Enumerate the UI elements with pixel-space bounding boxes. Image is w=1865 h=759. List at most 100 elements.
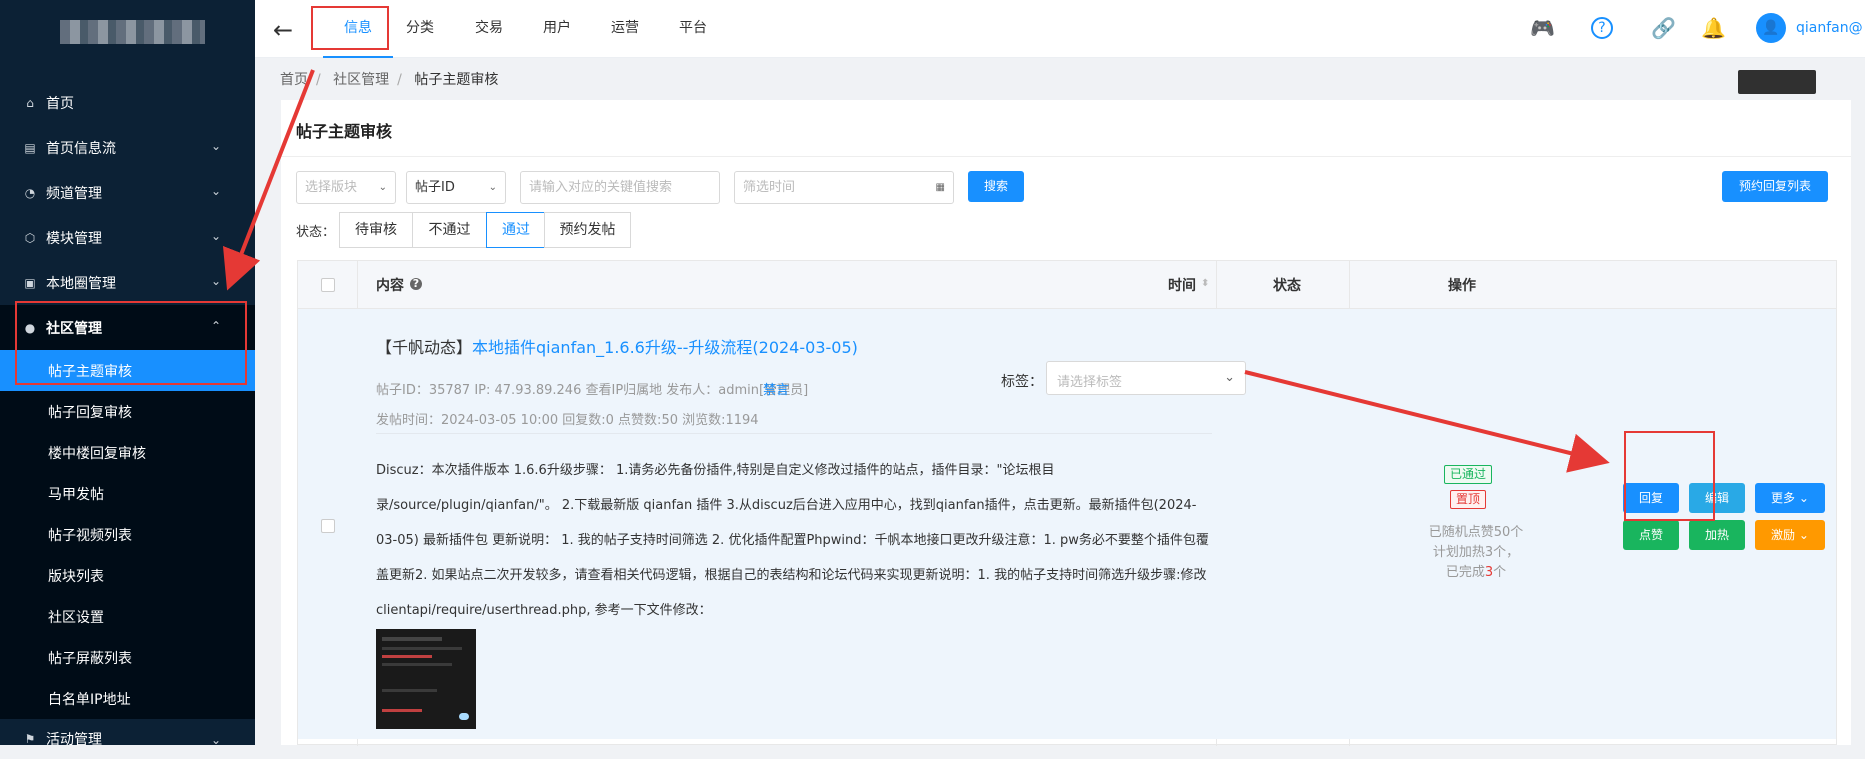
chevron-down-icon: ⌄	[210, 229, 221, 243]
sidebar-subitem-reply-review[interactable]: 帖子回复审核	[0, 391, 255, 432]
chevron-down-icon: ⌄	[1798, 491, 1809, 505]
row-checkbox[interactable]	[321, 519, 335, 533]
post-image-thumbnail[interactable]	[376, 629, 476, 729]
sidebar-item-channel[interactable]: ◔ 频道管理 ⌄	[0, 170, 255, 215]
status-tab-pending[interactable]: 待审核	[339, 212, 413, 248]
chevron-down-icon: ⌄	[210, 184, 221, 198]
more-dropdown-button[interactable]: 更多 ⌄	[1755, 483, 1825, 513]
sidebar-subitem-community-settings[interactable]: 社区设置	[0, 596, 255, 637]
link-icon[interactable]: 🔗	[1651, 16, 1676, 40]
ban-link[interactable]: 禁言	[763, 379, 789, 398]
reply-button[interactable]: 回复	[1623, 483, 1679, 513]
sidebar-item-local-circle[interactable]: ▣ 本地圈管理 ⌄	[0, 260, 255, 305]
breadcrumb-home[interactable]: 首页	[280, 72, 308, 88]
sidebar-menu: ⌂ 首页 ▤ 首页信息流 ⌄ ◔ 频道管理 ⌄ ⬡ 模块管理 ⌄ ▣ 本地圈管理 ⌄ ● 社区管理 ⌃…	[0, 80, 255, 759]
tab-user[interactable]: 用户	[527, 0, 587, 58]
status-label: 状态：	[296, 225, 336, 240]
chevron-down-icon: ⌄	[210, 139, 221, 153]
keyword-input[interactable]: 请输入对应的关键值搜索	[520, 171, 720, 204]
tab-trade[interactable]: 交易	[459, 0, 519, 58]
page-title: 帖子主题审核	[296, 122, 393, 141]
rss-icon: ◔	[24, 185, 36, 200]
stat-completed: 已完成3个	[1445, 565, 1507, 580]
tab-platform[interactable]: 平台	[663, 0, 723, 58]
logo	[60, 20, 205, 44]
status-badge-pinned: 置顶	[1450, 490, 1487, 509]
sidebar-item-community[interactable]: ● 社区管理 ⌃	[0, 305, 255, 350]
sidebar-item-activity[interactable]: ⚑ 活动管理 ⌄	[0, 719, 255, 759]
home-icon: ⌂	[26, 95, 34, 110]
breadcrumb: 首页 / 社区管理 / 帖子主题审核	[280, 69, 506, 89]
top-nav-bar: ← 信息 分类 交易 用户 运营 平台 🎮 ? 🔗 🔔 👤 qianfan@	[255, 0, 1865, 58]
heat-button[interactable]: 加热	[1689, 520, 1745, 550]
tab-info[interactable]: 信息	[323, 0, 393, 58]
like-button[interactable]: 点赞	[1623, 520, 1679, 550]
tag-placeholder: 请选择标签	[1057, 375, 1123, 390]
post-meta-line1: 帖子ID：35787 IP: 47.93.89.246 查看IP归属地 发布人：…	[376, 383, 809, 398]
chevron-down-icon: ⌄	[378, 182, 387, 193]
list-icon: ▤	[24, 140, 36, 155]
table-row: 【千帆动态】本地插件qianfan_1.6.6升级--升级流程(2024-03-…	[298, 309, 1836, 739]
post-title: 【千帆动态】本地插件qianfan_1.6.6升级--升级流程(2024-03-…	[376, 338, 858, 357]
chevron-down-icon: ⌄	[210, 274, 221, 288]
sidebar-item-feed[interactable]: ▤ 首页信息流 ⌄	[0, 125, 255, 170]
status-tab-approved[interactable]: 通过	[486, 212, 546, 248]
cube-icon: ⬡	[24, 230, 36, 245]
sidebar-subitem-blocked-list[interactable]: 帖子屏蔽列表	[0, 637, 255, 678]
sidebar-subitem-board-list[interactable]: 版块列表	[0, 555, 255, 596]
tab-category[interactable]: 分类	[390, 0, 450, 58]
flag-icon: ⚑	[24, 732, 36, 746]
col-time[interactable]: 时间	[1168, 275, 1196, 295]
status-badge-approved: 已通过	[1444, 465, 1493, 484]
sidebar-subitem-nested-reply-review[interactable]: 楼中楼回复审核	[0, 432, 255, 473]
post-title-link[interactable]: 本地插件qianfan_1.6.6升级--升级流程(2024-03-05)	[472, 338, 858, 357]
chevron-down-icon: ⌄	[1224, 370, 1235, 385]
back-arrow-icon[interactable]: ←	[273, 16, 293, 44]
breadcrumb-community[interactable]: 社区管理	[333, 72, 389, 88]
select-all-checkbox[interactable]	[321, 278, 335, 292]
table-header: 内容 ? 时间 ⬍ 状态 操作	[298, 261, 1836, 309]
time-filter-input[interactable]: 筛选时间 ▦	[734, 171, 954, 204]
breadcrumb-separator: /	[316, 72, 321, 88]
tab-operation[interactable]: 运营	[595, 0, 655, 58]
field-select[interactable]: 帖子ID ⌄	[406, 171, 506, 204]
scheduled-reply-list-button[interactable]: 预约回复列表	[1722, 171, 1828, 202]
tag-select[interactable]: 请选择标签 ⌄	[1046, 361, 1246, 395]
gamepad-icon[interactable]: 🎮	[1530, 16, 1555, 40]
divider	[281, 156, 1851, 157]
status-tab-rejected[interactable]: 不通过	[412, 212, 487, 248]
avatar[interactable]: 👤	[1756, 13, 1786, 43]
stat-random-likes: 已随机点赞50个	[1428, 525, 1524, 540]
sidebar: ⌂ 首页 ▤ 首页信息流 ⌄ ◔ 频道管理 ⌄ ⬡ 模块管理 ⌄ ▣ 本地圈管理 ⌄ ● 社区管理 ⌃…	[0, 0, 255, 748]
incentive-dropdown-button[interactable]: 激励 ⌄	[1755, 520, 1825, 550]
post-body: Discuz：本次插件版本 1.6.6升级步骤： 1.请务必先备份插件,特别是自…	[376, 463, 1209, 618]
sidebar-subitem-video-list[interactable]: 帖子视频列表	[0, 514, 255, 555]
posts-table: 内容 ? 时间 ⬍ 状态 操作 【千帆动态】本地插件qianfan_1.6.6升…	[297, 260, 1837, 746]
bell-icon[interactable]: 🔔	[1701, 16, 1726, 40]
sidebar-item-home[interactable]: ⌂ 首页	[0, 80, 255, 125]
edit-button[interactable]: 编辑	[1689, 483, 1745, 513]
tag-label: 标签：	[1001, 374, 1043, 390]
breadcrumb-current: 帖子主题审核	[414, 72, 499, 88]
board-select[interactable]: 选择版块 ⌄	[296, 171, 396, 204]
post-meta-line2: 发帖时间：2024-03-05 10:00 回复数:0 点赞数:50 浏览数:1…	[376, 413, 759, 428]
sidebar-item-module[interactable]: ⬡ 模块管理 ⌄	[0, 215, 255, 260]
main-card: 帖子主题审核 选择版块 ⌄ 帖子ID ⌄ 请输入对应的关键值搜索 筛选时间 ▦ 搜索 …	[281, 100, 1851, 746]
divider	[376, 433, 1212, 434]
help-icon[interactable]: ?	[1591, 17, 1613, 39]
chevron-down-icon: ⌄	[1798, 528, 1809, 542]
sort-icon[interactable]: ⬍	[1201, 278, 1209, 289]
status-tab-scheduled[interactable]: 预约发帖	[544, 212, 631, 248]
col-status: 状态	[1273, 278, 1301, 294]
sidebar-subitem-thread-review[interactable]: 帖子主题审核	[0, 350, 255, 391]
camera-icon: ▣	[24, 275, 36, 290]
username[interactable]: qianfan@	[1796, 20, 1863, 36]
sidebar-subitem-ip-whitelist[interactable]: 白名单IP地址	[0, 678, 255, 719]
ime-toolbar[interactable]	[1738, 70, 1816, 94]
col-operations: 操作	[1448, 278, 1476, 294]
search-button[interactable]: 搜索	[968, 171, 1024, 202]
calendar-icon: ▦	[935, 182, 945, 193]
help-icon[interactable]: ?	[410, 278, 422, 290]
sidebar-subitem-alias-post[interactable]: 马甲发帖	[0, 473, 255, 514]
breadcrumb-separator: /	[397, 72, 402, 88]
